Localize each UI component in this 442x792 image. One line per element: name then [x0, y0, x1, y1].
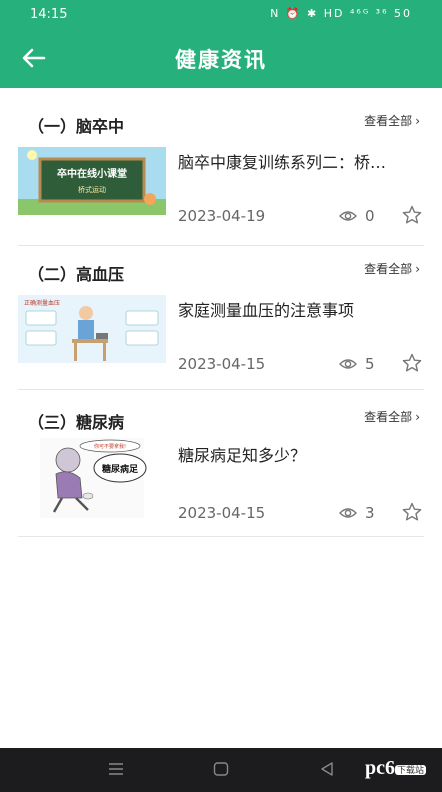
star-icon[interactable] — [402, 353, 422, 373]
thumb-caption: 糖尿病足 — [102, 463, 139, 475]
back-triangle-icon[interactable] — [318, 760, 336, 778]
article-thumbnail: 卒中在线小课堂 桥式运动 — [18, 147, 166, 215]
article-item[interactable]: 正确测量血压 家庭测量血压的注意事项 2023-04-15 5 — [18, 295, 424, 395]
home-icon[interactable] — [212, 760, 230, 778]
watermark-logo: pc6 下载站 — [365, 757, 426, 780]
thumb-caption: 卒中在线小课堂 — [57, 167, 127, 180]
chevron-right-icon: › — [415, 114, 420, 128]
view-count: 5 — [365, 355, 375, 373]
star-icon[interactable] — [402, 502, 422, 522]
thumb-subcaption: 桥式运动 — [78, 185, 106, 194]
article-title: 糖尿病足知多少？ — [178, 446, 307, 465]
article-item[interactable]: 卒中在线小课堂 桥式运动 脑卒中康复训练系列二：桥… 2023-04-19 0 — [18, 147, 424, 247]
eye-icon — [339, 359, 357, 369]
view-all-label: 查看全部 — [364, 262, 413, 276]
divider — [18, 245, 424, 246]
view-count: 3 — [365, 504, 375, 522]
thumb-bubble-text: 你可不要拿我! — [94, 443, 126, 450]
view-all-label: 查看全部 — [364, 114, 413, 128]
divider — [18, 389, 424, 390]
view-all-link[interactable]: 查看全部 › — [364, 260, 420, 277]
divider — [18, 536, 424, 537]
section-title: （三）糖尿病 — [28, 413, 125, 432]
chevron-right-icon: › — [415, 410, 420, 424]
article-thumbnail: 你可不要拿我! 糖尿病足 — [18, 438, 166, 518]
article-title: 家庭测量血压的注意事项 — [178, 301, 355, 320]
view-all-link[interactable]: 查看全部 › — [364, 112, 420, 129]
view-all-label: 查看全部 — [364, 410, 413, 424]
watermark-text: pc6 — [364, 757, 395, 779]
thumb-caption: 正确测量血压 — [24, 299, 60, 307]
status-icons: N ⏰ ✱ HD ⁴⁶ᴳ ³⁶ 50 — [270, 7, 412, 20]
eye-icon — [339, 508, 357, 518]
article-date: 2023-04-15 — [178, 504, 266, 522]
section-title: （一）脑卒中 — [28, 117, 125, 136]
menu-icon[interactable] — [107, 760, 125, 778]
view-count: 0 — [365, 207, 375, 225]
article-thumbnail: 正确测量血压 — [18, 295, 166, 363]
status-bar: 14:15 N ⏰ ✱ HD ⁴⁶ᴳ ³⁶ 50 — [0, 0, 442, 30]
article-date: 2023-04-19 — [178, 207, 266, 225]
page-title: 健康资讯 — [175, 48, 267, 72]
eye-icon — [339, 211, 357, 221]
chevron-right-icon: › — [415, 262, 420, 276]
article-item[interactable]: 你可不要拿我! 糖尿病足 糖尿病足知多少？ 2023-04-15 3 — [18, 438, 424, 538]
star-icon[interactable] — [402, 205, 422, 225]
view-all-link[interactable]: 查看全部 › — [364, 408, 420, 425]
article-date: 2023-04-15 — [178, 355, 266, 373]
article-title: 脑卒中康复训练系列二：桥… — [178, 153, 387, 172]
status-time: 14:15 — [30, 7, 68, 22]
section-title: （二）高血压 — [28, 265, 125, 284]
app-header: 健康资讯 — [0, 30, 442, 88]
watermark-sub: 下载站 — [394, 764, 426, 775]
